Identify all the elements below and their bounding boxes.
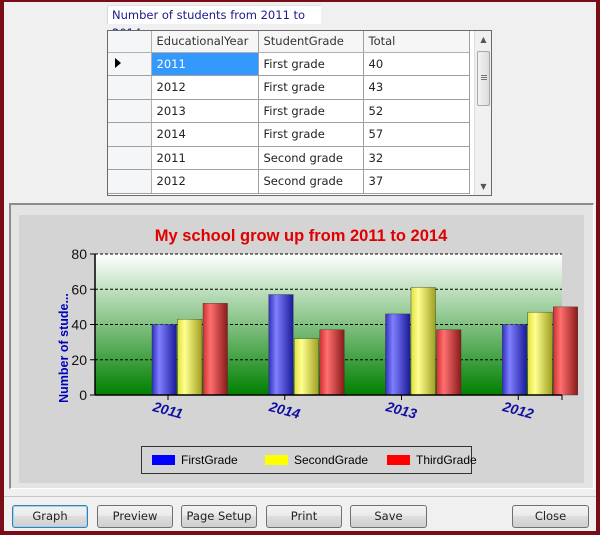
y-tick-label: 20 — [71, 352, 87, 368]
scroll-up-icon[interactable]: ▲ — [475, 31, 491, 48]
bar-firstgrade-2012 — [502, 324, 527, 396]
column-header-educational-year[interactable]: EducationalYear — [151, 31, 259, 53]
bar-thirdgrade-2012 — [553, 306, 578, 396]
preview-button[interactable]: Preview — [97, 505, 173, 528]
bar-secondgrade-2012 — [527, 311, 553, 396]
legend-item-thirdgrade: ThirdGrade — [387, 453, 477, 467]
cell-student-grade[interactable]: Second grade — [258, 169, 364, 194]
grid-row[interactable]: 2014 First grade 57 — [108, 122, 470, 147]
legend-label: SecondGrade — [294, 453, 369, 467]
bar-chart: My school grow up from 2011 to 2014 Numb… — [57, 227, 578, 422]
grid-row[interactable]: 2012 First grade 43 — [108, 75, 470, 100]
y-tick-label: 0 — [79, 387, 87, 403]
legend-swatch — [387, 455, 410, 465]
cell-total[interactable]: 57 — [363, 122, 470, 147]
y-tick-label: 60 — [71, 281, 87, 297]
grid-row[interactable]: 2012 Second grade 37 — [108, 169, 470, 194]
button-bar: Graph Preview Page Setup Print Save Clos… — [4, 496, 596, 531]
x-tick-label: 2012 — [500, 398, 535, 422]
y-axis-label: Number of stude... — [57, 293, 71, 403]
legend-swatch — [152, 455, 175, 465]
page-setup-button[interactable]: Page Setup — [181, 505, 257, 528]
save-button[interactable]: Save — [350, 505, 427, 528]
cell-total[interactable]: 43 — [363, 75, 470, 100]
bar-thirdgrade-2014 — [319, 329, 345, 396]
legend-item-firstgrade: FirstGrade — [152, 453, 238, 467]
row-header-corner — [108, 31, 152, 53]
cell-educational-year[interactable]: 2012 — [151, 75, 259, 100]
legend-label: FirstGrade — [181, 453, 238, 467]
grid-caption: Number of students from 2011 to 2014: — [107, 5, 321, 40]
current-row-arrow-icon — [115, 57, 122, 68]
x-tick-label: 2014 — [267, 398, 302, 422]
bar-thirdgrade-2013 — [436, 329, 462, 396]
row-header[interactable] — [108, 52, 152, 76]
cell-student-grade[interactable]: First grade — [258, 99, 364, 123]
close-button[interactable]: Close — [512, 505, 589, 528]
row-header[interactable] — [108, 99, 152, 123]
row-header[interactable] — [108, 122, 152, 147]
chart-panel: My school grow up from 2011 to 2014 Numb… — [9, 203, 594, 489]
cell-educational-year[interactable]: 2013 — [151, 99, 259, 123]
grip-icon — [481, 75, 487, 76]
y-tick-label: 80 — [71, 246, 87, 262]
bar-secondgrade-2011 — [177, 319, 203, 396]
cell-educational-year[interactable]: 2011 — [151, 52, 259, 76]
x-tick-label: 2013 — [383, 398, 418, 422]
bar-firstgrade-2011 — [151, 324, 177, 396]
scroll-thumb[interactable] — [477, 51, 490, 106]
bar-secondgrade-2013 — [410, 287, 436, 396]
column-header-total[interactable]: Total — [363, 31, 470, 53]
cell-student-grade[interactable]: First grade — [258, 122, 364, 147]
cell-total[interactable]: 32 — [363, 146, 470, 170]
grid-row[interactable]: 2011 First grade 40 — [108, 52, 470, 76]
chart-title: My school grow up from 2011 to 2014 — [155, 227, 448, 245]
cell-educational-year[interactable]: 2014 — [151, 122, 259, 147]
cell-student-grade[interactable]: First grade — [258, 75, 364, 100]
row-header[interactable] — [108, 169, 152, 194]
bar-thirdgrade-2011 — [202, 303, 228, 396]
grid-header-row: EducationalYear StudentGrade Total — [108, 31, 470, 53]
cell-educational-year[interactable]: 2012 — [151, 169, 259, 194]
cell-educational-year[interactable]: 2011 — [151, 146, 259, 170]
row-header[interactable] — [108, 75, 152, 100]
print-button[interactable]: Print — [266, 505, 342, 528]
cell-total[interactable]: 40 — [363, 52, 470, 76]
x-tick-label: 2011 — [150, 398, 184, 422]
graph-button[interactable]: Graph — [12, 505, 88, 528]
cell-total[interactable]: 52 — [363, 99, 470, 123]
row-header[interactable] — [108, 146, 152, 170]
grid-row[interactable]: 2013 First grade 52 — [108, 99, 470, 123]
bar-secondgrade-2014 — [294, 338, 319, 396]
chart-area: My school grow up from 2011 to 2014 Numb… — [19, 215, 584, 483]
y-tick-label: 40 — [71, 317, 87, 333]
grid-row[interactable]: 2011 Second grade 32 — [108, 146, 470, 170]
bar-firstgrade-2013 — [385, 313, 411, 396]
cell-total[interactable]: 37 — [363, 169, 470, 194]
legend-item-secondgrade: SecondGrade — [265, 453, 368, 467]
legend-swatch — [265, 455, 288, 465]
grid-vertical-scrollbar[interactable]: ▲ ▼ — [474, 31, 491, 195]
cell-student-grade[interactable]: First grade — [258, 52, 364, 76]
students-data-grid[interactable]: EducationalYear StudentGrade Total 2011 F… — [107, 30, 492, 196]
main-window: Number of students from 2011 to 2014: Ed… — [4, 2, 596, 531]
column-header-student-grade[interactable]: StudentGrade — [258, 31, 364, 53]
scroll-down-icon[interactable]: ▼ — [475, 178, 491, 195]
chart-legend: FirstGrade SecondGrade ThirdGrade — [141, 446, 477, 474]
cell-student-grade[interactable]: Second grade — [258, 146, 364, 170]
bar-firstgrade-2014 — [268, 294, 294, 396]
legend-label: ThirdGrade — [416, 453, 477, 467]
